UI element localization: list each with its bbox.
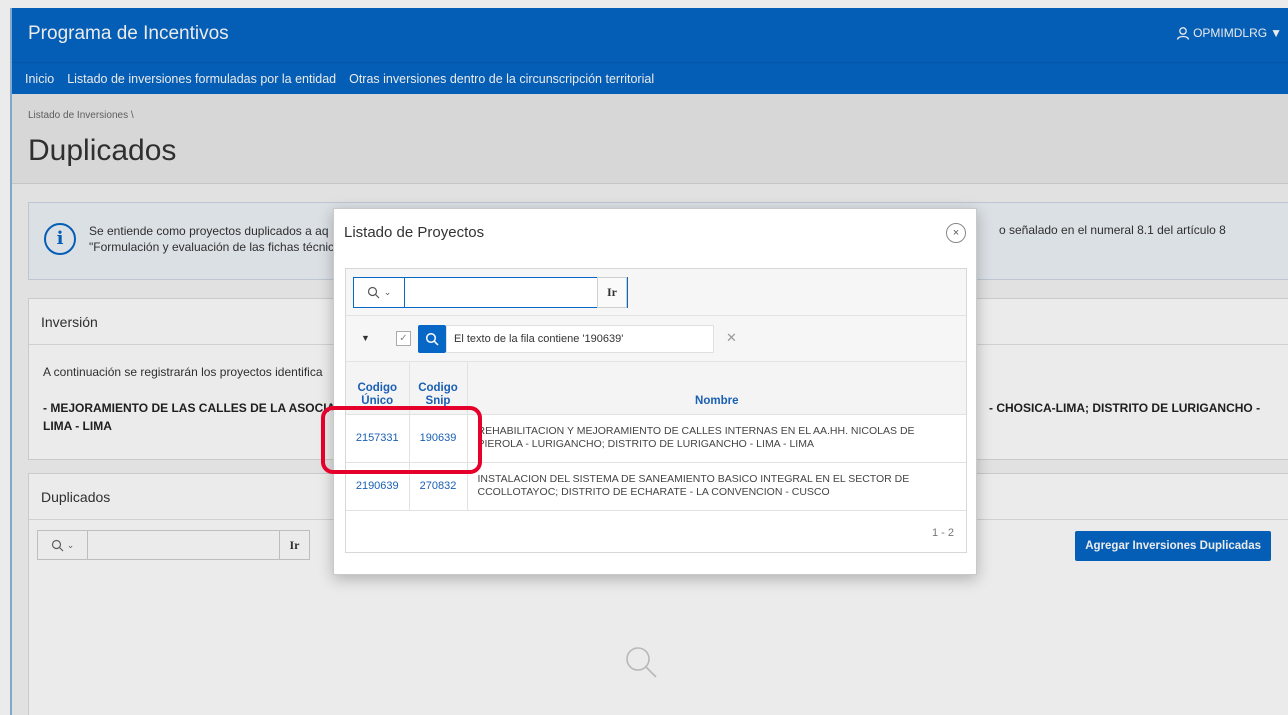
chevron-down-icon: ⌄	[383, 287, 392, 297]
pagination-info: 1 - 2	[931, 526, 954, 539]
filter-description[interactable]: El texto de la fila contiene '190639'	[446, 325, 714, 353]
search-column-button[interactable]: ⌄	[354, 278, 405, 307]
filter-enable-checkbox[interactable]: ✓	[396, 331, 411, 346]
report-filter-bar: ▼ ✓ El texto de la fila contiene '190639…	[346, 316, 966, 362]
report-go-button[interactable]: Ir	[597, 277, 627, 308]
project-name-cell: INSTALACION DEL SISTEMA DE SANEAMIENTO B…	[467, 462, 966, 511]
report-footer: 1 - 2	[346, 511, 966, 555]
filter-search-icon	[418, 325, 446, 353]
remove-filter-icon[interactable]: ✕	[726, 330, 737, 346]
collapse-caret-icon[interactable]: ▼	[361, 333, 370, 343]
project-name-cell: REHABILITACION Y MEJORAMIENTO DE CALLES …	[467, 414, 966, 463]
column-header-nombre[interactable]: Nombre	[467, 362, 966, 415]
report-search-input[interactable]	[405, 278, 627, 307]
search-icon	[367, 286, 380, 299]
close-icon[interactable]: ×	[946, 223, 966, 243]
projects-dialog: Listado de Proyectos × ⌄ Ir ▼ ✓ El texto…	[333, 208, 977, 575]
report-toolbar: ⌄ Ir	[346, 269, 966, 316]
report-search: ⌄	[353, 277, 628, 308]
highlight-annotation	[321, 406, 482, 474]
dialog-title: Listado de Proyectos	[344, 224, 485, 241]
